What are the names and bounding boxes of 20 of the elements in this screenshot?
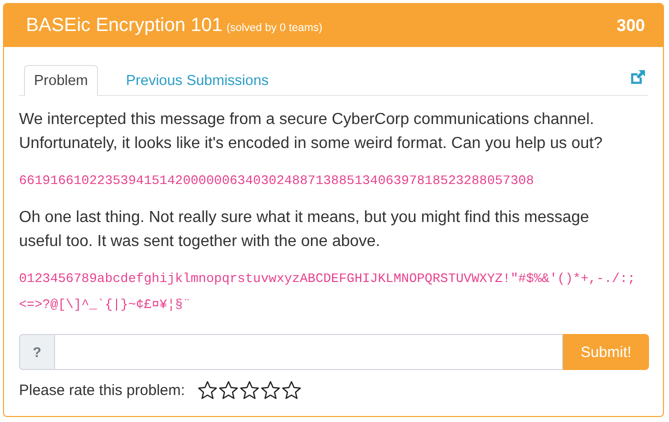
tab[interactable]: Problem <box>24 65 98 96</box>
paragraph: We intercepted this message from a secure CyberCorp communications channel. Unfortunately, it looks like it's encoded in some weird format. Can you help us out? <box>19 110 604 154</box>
code-text: 0123456789abcdefghijklmnopqrstuvwxyzABCDEFGHIJKLMNOPQRSTUVWXYZ!"#$%&'()*+,-./:;<=>?@[\]^_`{|}~¢£¤¥¦§¨ <box>19 270 636 314</box>
star-rating[interactable] <box>196 380 302 401</box>
star-icon[interactable] <box>218 380 239 401</box>
problem-title: BASEic Encryption 101 <box>26 14 222 36</box>
rating-label: Please rate this problem: <box>19 382 185 399</box>
points: 300 <box>616 16 645 36</box>
star-icon[interactable] <box>260 380 281 401</box>
star-icon[interactable] <box>280 380 302 401</box>
external-link-icon[interactable] <box>629 69 646 86</box>
tab[interactable]: Previous Submissions <box>116 65 279 95</box>
submit-button[interactable]: Submit! <box>563 334 649 370</box>
solved-count: (solved by 0 teams) <box>226 22 322 34</box>
star-icon[interactable] <box>196 380 218 401</box>
star-icon[interactable] <box>238 380 260 401</box>
paragraph: Oh one last thing. Not really sure what it means, but you might find this message useful too. It was sent together with the one above. <box>19 208 590 252</box>
input-prefix: ? <box>19 334 55 370</box>
code-text: 661916610223539415142000000634030248871388513406397818523288057308 <box>19 172 535 190</box>
answer-field[interactable] <box>55 334 563 370</box>
